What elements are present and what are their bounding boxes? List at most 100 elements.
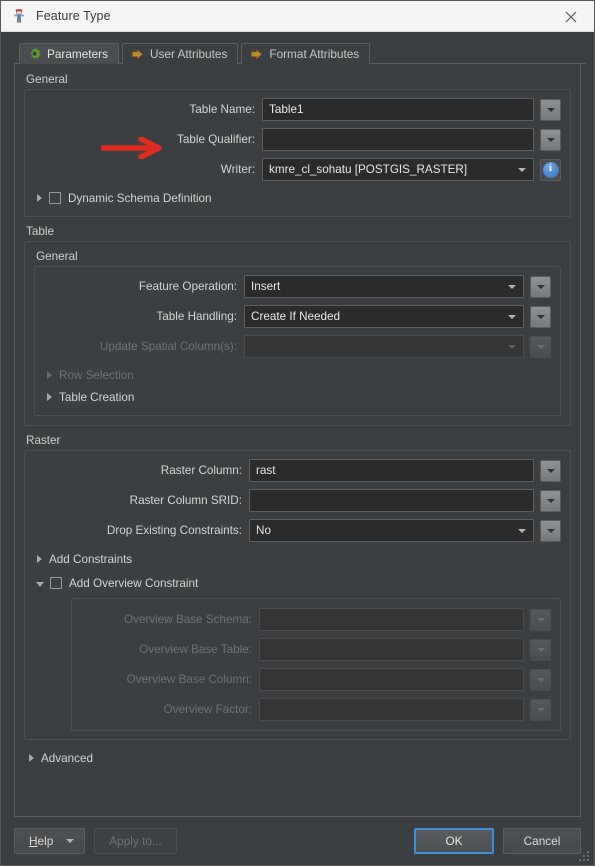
table-general-box: Feature Operation: Insert Table Handling… [34,266,561,416]
advanced-expander[interactable]: Advanced [26,748,571,768]
dynamic-schema-definition-expander[interactable]: Dynamic Schema Definition [34,188,561,208]
chevron-right-icon [47,371,52,379]
table-qualifier-input[interactable] [262,128,534,151]
add-overview-constraint-label: Add Overview Constraint [69,576,199,590]
add-constraints-expander[interactable]: Add Constraints [34,549,561,569]
tab-format-attributes[interactable]: Format Attributes [241,43,371,64]
table-group-box: General Feature Operation: Insert Table … [24,241,571,426]
overview-factor-row: Overview Factor: [81,698,551,721]
chevron-right-icon [37,555,42,563]
resize-grip[interactable] [578,850,591,863]
info-icon: i [542,161,559,178]
raster-column-srid-input[interactable] [249,489,534,512]
chevron-down-icon [546,107,555,112]
chevron-down-icon [536,284,545,289]
chevron-down-icon [536,314,545,319]
table-handling-dropdown-button[interactable] [530,305,551,328]
table-general-subgroup: General Feature Operation: Insert Table … [34,250,561,416]
table-name-row: Table Name: Table1 [34,98,561,121]
gear-icon [28,47,41,61]
orange-arrow-icon [131,48,144,61]
drop-existing-constraints-combo[interactable]: No [249,519,534,542]
help-mnemonic: H [29,834,38,848]
writer-info-button[interactable]: i [540,158,561,181]
raster-column-srid-dropdown-button[interactable] [540,489,561,512]
drop-existing-constraints-dropdown-button[interactable] [540,519,561,542]
overview-constraint-box: Overview Base Schema: Overview Base Tabl… [71,598,561,731]
chevron-down-icon [546,498,555,503]
overview-base-table-dropdown-button [530,638,551,661]
writer-combo[interactable]: kmre_cl_sohatu [POSTGIS_RASTER] [262,158,534,181]
overview-base-column-dropdown-button [530,668,551,691]
add-constraints-label: Add Constraints [49,552,133,566]
drop-existing-constraints-value: No [256,524,271,537]
tab-user-attributes-label: User Attributes [149,47,228,61]
dialog-body: Parameters User Attributes Format Attrib… [1,32,594,817]
writer-row: Writer: kmre_cl_sohatu [POSTGIS_RASTER] … [34,158,561,181]
table-name-label: Table Name: [189,103,255,116]
tab-parameters-label: Parameters [47,47,108,61]
chevron-down-icon [546,528,555,533]
chevron-right-icon [29,754,34,762]
table-qualifier-dropdown-button[interactable] [540,128,561,151]
add-overview-constraint-checkbox[interactable] [50,577,62,589]
title-bar: Feature Type [1,1,594,32]
dynamic-schema-definition-checkbox[interactable] [49,192,61,204]
help-button[interactable]: Help [14,828,86,854]
feature-operation-label: Feature Operation: [138,280,237,293]
tab-user-attributes[interactable]: User Attributes [121,43,239,64]
feature-type-icon [11,8,27,24]
general-group-box: Table Name: Table1 Table Qualifier: Writ… [24,89,571,217]
update-spatial-columns-dropdown-button [530,335,551,358]
overview-factor-dropdown-button [530,698,551,721]
cancel-button[interactable]: Cancel [503,828,581,854]
cancel-label: Cancel [523,834,561,848]
add-overview-constraint-expander[interactable]: Add Overview Constraint [34,573,561,593]
feature-operation-row: Feature Operation: Insert [44,275,551,298]
tab-format-attributes-label: Format Attributes [269,47,360,61]
advanced-label: Advanced [41,751,93,765]
update-spatial-columns-row: Update Spatial Column(s): [44,335,551,358]
overview-base-schema-label: Overview Base Schema: [124,613,252,626]
footer-right-buttons: OK Cancel [414,828,581,854]
chevron-down-icon [508,344,516,349]
table-creation-expander[interactable]: Table Creation [44,387,551,407]
apply-to-button: Apply to... [94,828,177,854]
drop-existing-constraints-label: Drop Existing Constraints: [106,524,242,537]
chevron-down-icon [536,344,545,349]
table-handling-label: Table Handling: [156,310,237,323]
raster-group-title: Raster [26,434,61,447]
feature-operation-dropdown-button[interactable] [530,275,551,298]
chevron-right-icon [37,194,42,202]
table-qualifier-label: Table Qualifier: [177,133,255,146]
writer-label: Writer: [220,163,255,176]
orange-arrow-icon [250,48,263,61]
tab-parameters[interactable]: Parameters [19,43,119,64]
close-icon[interactable] [548,1,594,32]
apply-to-label: Apply to... [109,834,162,848]
chevron-down-icon [518,528,526,533]
raster-column-dropdown-button[interactable] [540,459,561,482]
raster-column-srid-label: Raster Column SRID: [129,494,242,507]
chevron-down-icon [546,137,555,142]
window-title: Feature Type [36,9,111,23]
drop-existing-constraints-row: Drop Existing Constraints: No [34,519,561,542]
ok-label: OK [445,834,463,848]
chevron-down-icon [536,677,545,682]
chevron-down-icon [508,284,516,289]
table-group-title: Table [26,225,54,238]
ok-button[interactable]: OK [414,828,494,854]
raster-column-label: Raster Column: [160,464,242,477]
chevron-down-icon [536,707,545,712]
table-handling-combo[interactable]: Create If Needed [244,305,524,328]
table-name-dropdown-button[interactable] [540,98,561,121]
update-spatial-columns-label: Update Spatial Column(s): [99,340,237,353]
help-label-rest: elp [37,834,54,848]
row-selection-expander: Row Selection [44,365,551,385]
dynamic-schema-definition-label: Dynamic Schema Definition [68,191,212,205]
feature-operation-combo[interactable]: Insert [244,275,524,298]
feature-operation-value: Insert [251,280,281,293]
table-name-input[interactable]: Table1 [262,98,534,121]
tab-strip: Parameters User Attributes Format Attrib… [14,42,586,64]
raster-column-input[interactable]: rast [249,459,534,482]
